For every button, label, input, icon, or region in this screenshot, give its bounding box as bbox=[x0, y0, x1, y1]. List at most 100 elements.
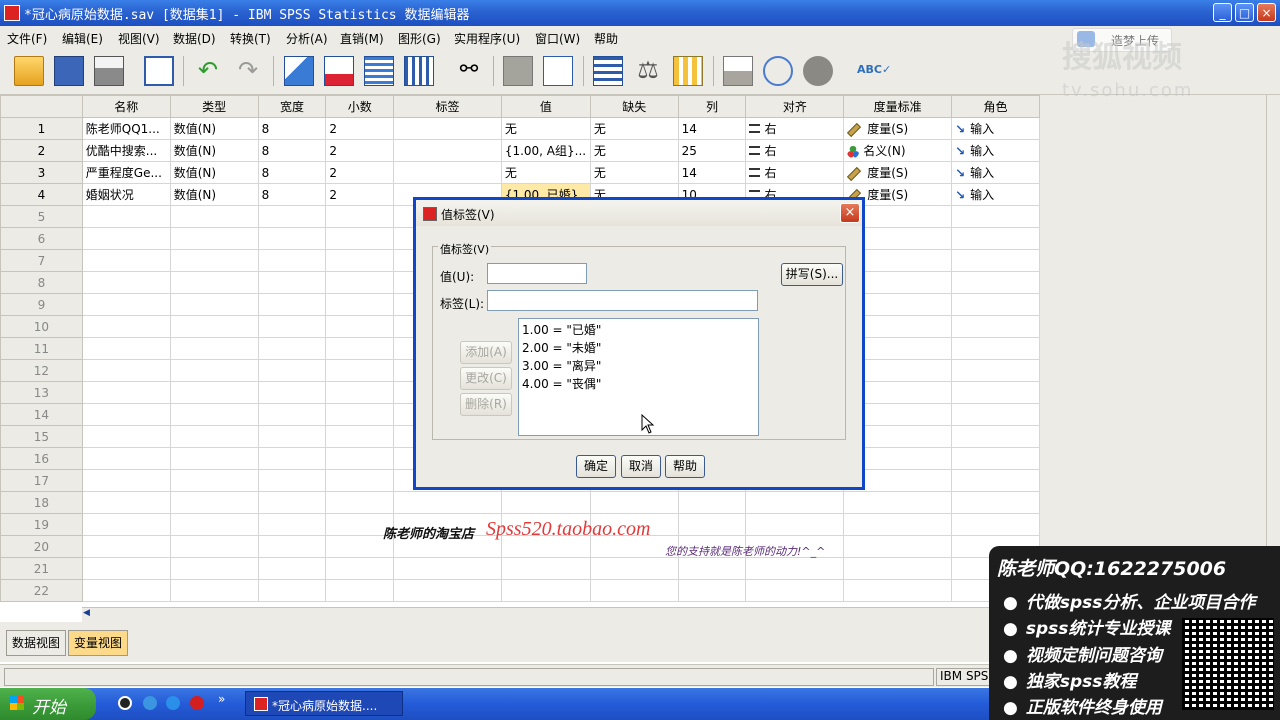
col-header-name[interactable]: 名称 bbox=[81, 95, 171, 118]
empty-cell[interactable] bbox=[677, 513, 747, 536]
cell-measure[interactable]: 名义(N) bbox=[843, 139, 953, 162]
empty-cell[interactable] bbox=[169, 381, 259, 404]
empty-cell[interactable] bbox=[81, 513, 171, 536]
show-all-variables-icon[interactable] bbox=[803, 56, 833, 86]
remove-button[interactable]: 删除(R) bbox=[460, 393, 512, 416]
empty-cell[interactable] bbox=[951, 271, 1040, 294]
empty-cell[interactable] bbox=[951, 447, 1040, 470]
empty-cell[interactable] bbox=[951, 249, 1040, 272]
empty-cell[interactable] bbox=[257, 513, 327, 536]
row-number[interactable]: 4 bbox=[0, 183, 83, 206]
empty-cell[interactable] bbox=[257, 469, 327, 492]
empty-cell[interactable] bbox=[169, 315, 259, 338]
list-item[interactable]: 3.00 = "离异" bbox=[522, 357, 755, 375]
cell-width[interactable]: 8 bbox=[257, 161, 327, 184]
media-player-icon[interactable] bbox=[166, 696, 180, 710]
empty-cell[interactable] bbox=[393, 491, 502, 514]
cell-name[interactable]: 婚姻状况 bbox=[81, 183, 171, 206]
vertical-scrollbar[interactable] bbox=[1266, 95, 1280, 607]
cell-role[interactable]: ↘ 输入 bbox=[951, 183, 1040, 206]
goto-case-icon[interactable] bbox=[284, 56, 314, 86]
empty-cell[interactable] bbox=[169, 535, 259, 558]
row-number[interactable]: 12 bbox=[0, 359, 83, 382]
empty-cell[interactable] bbox=[169, 579, 259, 602]
value-input[interactable] bbox=[487, 263, 587, 284]
open-icon[interactable] bbox=[14, 56, 44, 86]
cell-type[interactable]: 数值(N) bbox=[169, 161, 259, 184]
browser-icon[interactable] bbox=[143, 696, 157, 710]
empty-cell[interactable] bbox=[169, 491, 259, 514]
cell-decimals[interactable]: 2 bbox=[325, 183, 395, 206]
empty-cell[interactable] bbox=[257, 249, 327, 272]
col-header-missing[interactable]: 缺失 bbox=[589, 95, 679, 118]
cell-name[interactable]: 陈老师QQ1... bbox=[81, 117, 171, 140]
tab-variable-view[interactable]: 变量视图 bbox=[68, 630, 129, 656]
menu-utilities[interactable]: 实用程序(U) bbox=[454, 30, 520, 47]
empty-cell[interactable] bbox=[745, 557, 845, 580]
cell-role[interactable]: ↘ 输入 bbox=[951, 117, 1040, 140]
empty-cell[interactable] bbox=[951, 337, 1040, 360]
empty-cell[interactable] bbox=[81, 227, 171, 250]
print-icon[interactable] bbox=[94, 56, 124, 86]
empty-cell[interactable] bbox=[81, 293, 171, 316]
horizontal-scrollbar[interactable]: ◀ bbox=[82, 607, 1040, 622]
qq-icon[interactable] bbox=[118, 696, 132, 710]
cell-type[interactable]: 数值(N) bbox=[169, 139, 259, 162]
cell-columns[interactable]: 25 bbox=[677, 139, 747, 162]
empty-cell[interactable] bbox=[951, 425, 1040, 448]
empty-cell[interactable] bbox=[169, 425, 259, 448]
insert-cases-icon[interactable] bbox=[503, 56, 533, 86]
empty-cell[interactable] bbox=[325, 491, 395, 514]
empty-cell[interactable] bbox=[951, 293, 1040, 316]
row-number[interactable]: 1 bbox=[0, 117, 83, 140]
cell-decimals[interactable]: 2 bbox=[325, 117, 395, 140]
menu-marketing[interactable]: 直销(M) bbox=[340, 30, 384, 47]
empty-cell[interactable] bbox=[169, 205, 259, 228]
cancel-button[interactable]: 取消 bbox=[621, 455, 661, 478]
col-header-decimals[interactable]: 小数 bbox=[325, 95, 395, 118]
cell-type[interactable]: 数值(N) bbox=[169, 117, 259, 140]
empty-cell[interactable] bbox=[169, 337, 259, 360]
empty-cell[interactable] bbox=[169, 447, 259, 470]
col-header-columns[interactable]: 列 bbox=[677, 95, 747, 118]
row-number[interactable]: 17 bbox=[0, 469, 83, 492]
menu-view[interactable]: 视图(V) bbox=[118, 30, 160, 47]
empty-cell[interactable] bbox=[325, 205, 395, 228]
tab-data-view[interactable]: 数据视图 bbox=[6, 630, 67, 656]
empty-cell[interactable] bbox=[257, 447, 327, 470]
empty-cell[interactable] bbox=[169, 227, 259, 250]
col-header-align[interactable]: 对齐 bbox=[745, 95, 845, 118]
cell-role[interactable]: ↘ 输入 bbox=[951, 139, 1040, 162]
menu-edit[interactable]: 编辑(E) bbox=[62, 30, 103, 47]
cell-role[interactable]: ↘ 输入 bbox=[951, 161, 1040, 184]
label-input[interactable] bbox=[487, 290, 758, 311]
empty-cell[interactable] bbox=[257, 403, 327, 426]
empty-cell[interactable] bbox=[677, 579, 747, 602]
row-number[interactable]: 5 bbox=[0, 205, 83, 228]
empty-cell[interactable] bbox=[81, 491, 171, 514]
col-header-measure[interactable]: 度量标准 bbox=[843, 95, 953, 118]
cell-type[interactable]: 数值(N) bbox=[169, 183, 259, 206]
empty-cell[interactable] bbox=[81, 271, 171, 294]
find-icon[interactable]: ⚯ bbox=[454, 56, 484, 86]
empty-cell[interactable] bbox=[81, 579, 171, 602]
row-number[interactable]: 9 bbox=[0, 293, 83, 316]
empty-cell[interactable] bbox=[325, 271, 395, 294]
help-button[interactable]: 帮助 bbox=[665, 455, 705, 478]
empty-cell[interactable] bbox=[325, 469, 395, 492]
menu-data[interactable]: 数据(D) bbox=[173, 30, 216, 47]
row-number[interactable]: 18 bbox=[0, 491, 83, 514]
empty-cell[interactable] bbox=[325, 249, 395, 272]
empty-cell[interactable] bbox=[169, 557, 259, 580]
insert-variable-icon[interactable] bbox=[543, 56, 573, 86]
variables-icon[interactable] bbox=[364, 56, 394, 86]
taskbar-item-spss[interactable]: *冠心病原始数据.... bbox=[245, 691, 403, 716]
redo-icon[interactable]: ↷ bbox=[233, 56, 263, 86]
empty-cell[interactable] bbox=[325, 557, 395, 580]
empty-cell[interactable] bbox=[951, 315, 1040, 338]
empty-cell[interactable] bbox=[257, 579, 327, 602]
recall-dialog-icon[interactable] bbox=[144, 56, 174, 86]
empty-cell[interactable] bbox=[951, 359, 1040, 382]
col-header-type[interactable]: 类型 bbox=[169, 95, 259, 118]
empty-cell[interactable] bbox=[81, 425, 171, 448]
